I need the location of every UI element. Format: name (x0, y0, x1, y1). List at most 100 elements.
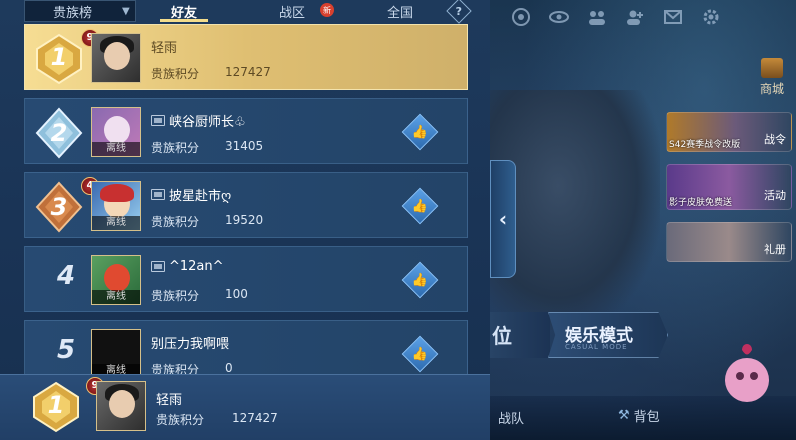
offline-status: 离线 (92, 364, 140, 374)
leaderboard-panel: 贵族榜 ▼ 好友 战区 新 全国 ? 1 9 轻雨 贵族积分 127427 2 … (0, 0, 490, 440)
gold-rank-badge-icon: 1 (30, 381, 82, 433)
ranking-row[interactable]: 2 离线 峡谷厨师长♧ 贵族积分 31405 👍 (24, 98, 468, 164)
target-icon[interactable] (510, 6, 532, 28)
ranking-row[interactable]: 4 离线 ^12an^ 贵族积分 100 👍 (24, 246, 468, 312)
my-rank-bar: 1 9 轻雨 贵族积分 127427 (0, 374, 490, 440)
player-name: 披星赴市ღ (151, 185, 231, 204)
player-name: ^12an^ (151, 259, 224, 274)
casual-mode-button[interactable]: 娱乐模式 CASUAL MODE (548, 312, 668, 358)
like-button[interactable]: 👍 (401, 187, 439, 225)
shop-button[interactable]: 商城 (754, 58, 790, 97)
ranking-row[interactable]: 3 4 离线 披星赴市ღ 贵族积分 19520 👍 (24, 172, 468, 238)
tab-region[interactable]: 战区 (262, 0, 322, 22)
avatar[interactable]: 离线 (91, 107, 141, 157)
offline-status: 离线 (92, 216, 140, 230)
chevron-left-icon: ‹ (498, 207, 508, 231)
ranking-row[interactable]: 1 9 轻雨 贵族积分 127427 (24, 24, 468, 90)
card-caption: 影子皮肤免费送 (669, 198, 733, 208)
like-button[interactable]: 👍 (401, 261, 439, 299)
player-name-text: 轻雨 (156, 393, 183, 408)
flag-icon (151, 115, 165, 126)
like-button[interactable]: 👍 (401, 113, 439, 151)
ranked-mode-button[interactable]: 位 (490, 312, 550, 358)
card-caption: S42赛季战令改版 (669, 140, 741, 150)
bag-label: 背包 (633, 410, 660, 425)
player-name-text: 披星赴市ღ (169, 189, 232, 204)
shop-icon (761, 58, 783, 78)
lobby-background: 商城 S42赛季战令改版 战令 影子皮肤免费送 活动 礼册 战队 ⚒ 背包 (490, 0, 796, 440)
player-name: 轻雨 (156, 389, 182, 408)
ranking-row[interactable]: 5 离线 别压力我啊喂 贵族积分 0 👍 (24, 320, 468, 374)
avatar-face (104, 264, 130, 292)
offline-status: 离线 (92, 142, 140, 156)
avatar-face (109, 390, 135, 418)
rank-number: 1 (47, 391, 65, 419)
card-side-label: 战令 (764, 133, 786, 146)
tab-friends[interactable]: 好友 (150, 0, 218, 22)
rank-number: 3 (50, 193, 68, 221)
casual-mode-sub: CASUAL MODE (565, 343, 628, 351)
event-card[interactable]: 影子皮肤免费送 活动 (666, 164, 792, 210)
friends-icon[interactable] (624, 6, 646, 28)
card-side-label: 活动 (764, 189, 786, 202)
tab-national[interactable]: 全国 (372, 0, 428, 22)
social-icon[interactable] (586, 6, 608, 28)
mail-icon[interactable] (662, 6, 684, 28)
score-label: 贵族积分 (151, 67, 200, 81)
player-name-text: 轻雨 (151, 41, 178, 56)
help-icon: ? (455, 4, 463, 18)
score-value: 19520 (225, 213, 264, 227)
new-badge: 新 (320, 3, 334, 17)
thumbs-up-icon: 👍 (411, 346, 429, 362)
leaderboard-type-dropdown[interactable]: 贵族榜 ▼ (24, 0, 136, 22)
chevron-down-icon: ▼ (122, 5, 130, 17)
score-label: 贵族积分 (156, 413, 205, 427)
score-value: 127427 (232, 411, 278, 425)
bronze-rank-badge-icon: 3 (33, 181, 85, 233)
avatar-face (104, 116, 130, 144)
card-side-label: 礼册 (764, 243, 786, 256)
eye-icon[interactable] (548, 6, 570, 28)
player-name-text: ^12an^ (169, 259, 224, 274)
collapse-panel-button[interactable]: ‹ (490, 160, 516, 278)
thumbs-up-icon: 👍 (411, 198, 429, 214)
gold-rank-badge-icon: 1 (33, 33, 85, 85)
avatar[interactable] (96, 381, 146, 431)
gear-icon[interactable] (700, 6, 722, 28)
score-value: 0 (225, 361, 233, 374)
avatar[interactable]: 离线 (91, 181, 141, 231)
score-label: 贵族积分 (151, 363, 200, 374)
silver-rank-badge-icon: 2 (33, 107, 85, 159)
gift-card[interactable]: 礼册 (666, 222, 792, 262)
like-button[interactable]: 👍 (401, 335, 439, 373)
score-value: 31405 (225, 139, 264, 153)
offline-status: 离线 (92, 290, 140, 304)
flag-icon (151, 189, 165, 200)
bag-button[interactable]: ⚒ 背包 (618, 406, 660, 425)
rank-number: 4 (56, 261, 76, 291)
score-label: 贵族积分 (151, 215, 200, 229)
avatar[interactable] (91, 33, 141, 83)
team-button[interactable]: 战队 (498, 408, 524, 427)
player-name: 轻雨 (151, 37, 177, 56)
avatar-face (104, 42, 130, 70)
avatar[interactable]: 离线 (91, 255, 141, 305)
ranked-mode-label: 位 (492, 324, 512, 348)
dropdown-label: 贵族榜 (53, 5, 93, 21)
ranking-list[interactable]: 1 9 轻雨 贵族积分 127427 2 离线 峡谷厨师长♧ 贵族积分 3140… (24, 24, 468, 374)
bag-icon: ⚒ (618, 408, 630, 423)
score-label: 贵族积分 (151, 289, 200, 303)
score-value: 100 (225, 287, 248, 301)
player-name-text: 别压力我啊喂 (151, 337, 230, 352)
top-icon-bar (510, 6, 788, 28)
thumbs-up-icon: 👍 (411, 272, 429, 288)
score-label: 贵族积分 (151, 141, 200, 155)
tab-bar: 贵族榜 ▼ 好友 战区 新 全国 ? (0, 0, 490, 24)
player-name-text: 峡谷厨师长♧ (169, 115, 246, 130)
score-value: 127427 (225, 65, 271, 79)
battle-pass-card[interactable]: S42赛季战令改版 战令 (666, 112, 792, 152)
mascot-pet[interactable] (712, 330, 782, 410)
help-button[interactable]: ? (446, 0, 472, 24)
avatar[interactable]: 离线 (91, 329, 141, 374)
rank-number: 5 (56, 335, 76, 365)
